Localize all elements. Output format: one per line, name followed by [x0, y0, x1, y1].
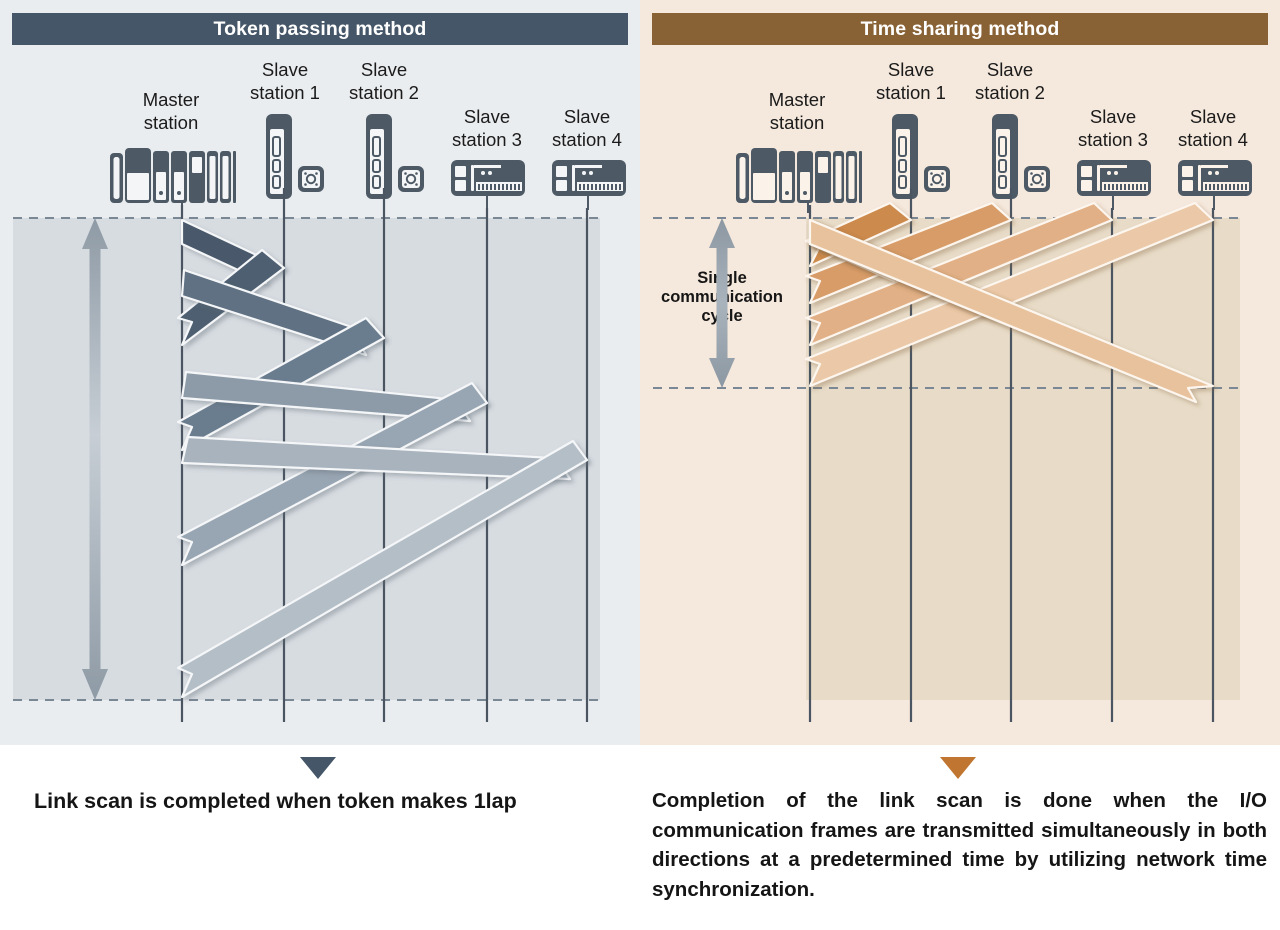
- diagram-root: Token passing method Master station Slav…: [0, 0, 1280, 930]
- cycle-arrow-right: [709, 218, 735, 388]
- token-passing-timing-chart: [13, 188, 600, 722]
- caption-token-passing: Link scan is completed when token makes …: [34, 789, 517, 813]
- caption-time-sharing: Completion of the link scan is done when…: [652, 789, 1267, 901]
- time-sharing-panel: Time sharing method Master station Slave…: [640, 0, 1280, 745]
- down-triangle-marker-right: [940, 757, 976, 779]
- token-passing-panel: Token passing method Master station Slav…: [0, 0, 640, 745]
- down-triangle-marker-left: [300, 757, 336, 779]
- time-sharing-timing-chart: [653, 188, 1240, 722]
